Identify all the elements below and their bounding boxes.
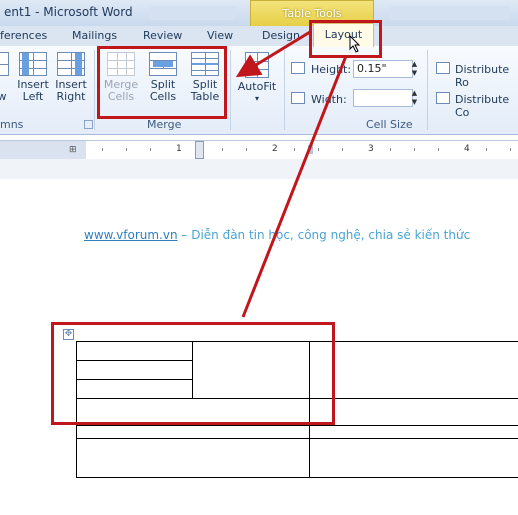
arrow-to-table — [241, 55, 348, 318]
annotation-arrows — [235, 30, 348, 318]
mouse-cursor-icon — [349, 35, 361, 53]
arrow-to-split-table — [235, 30, 311, 78]
